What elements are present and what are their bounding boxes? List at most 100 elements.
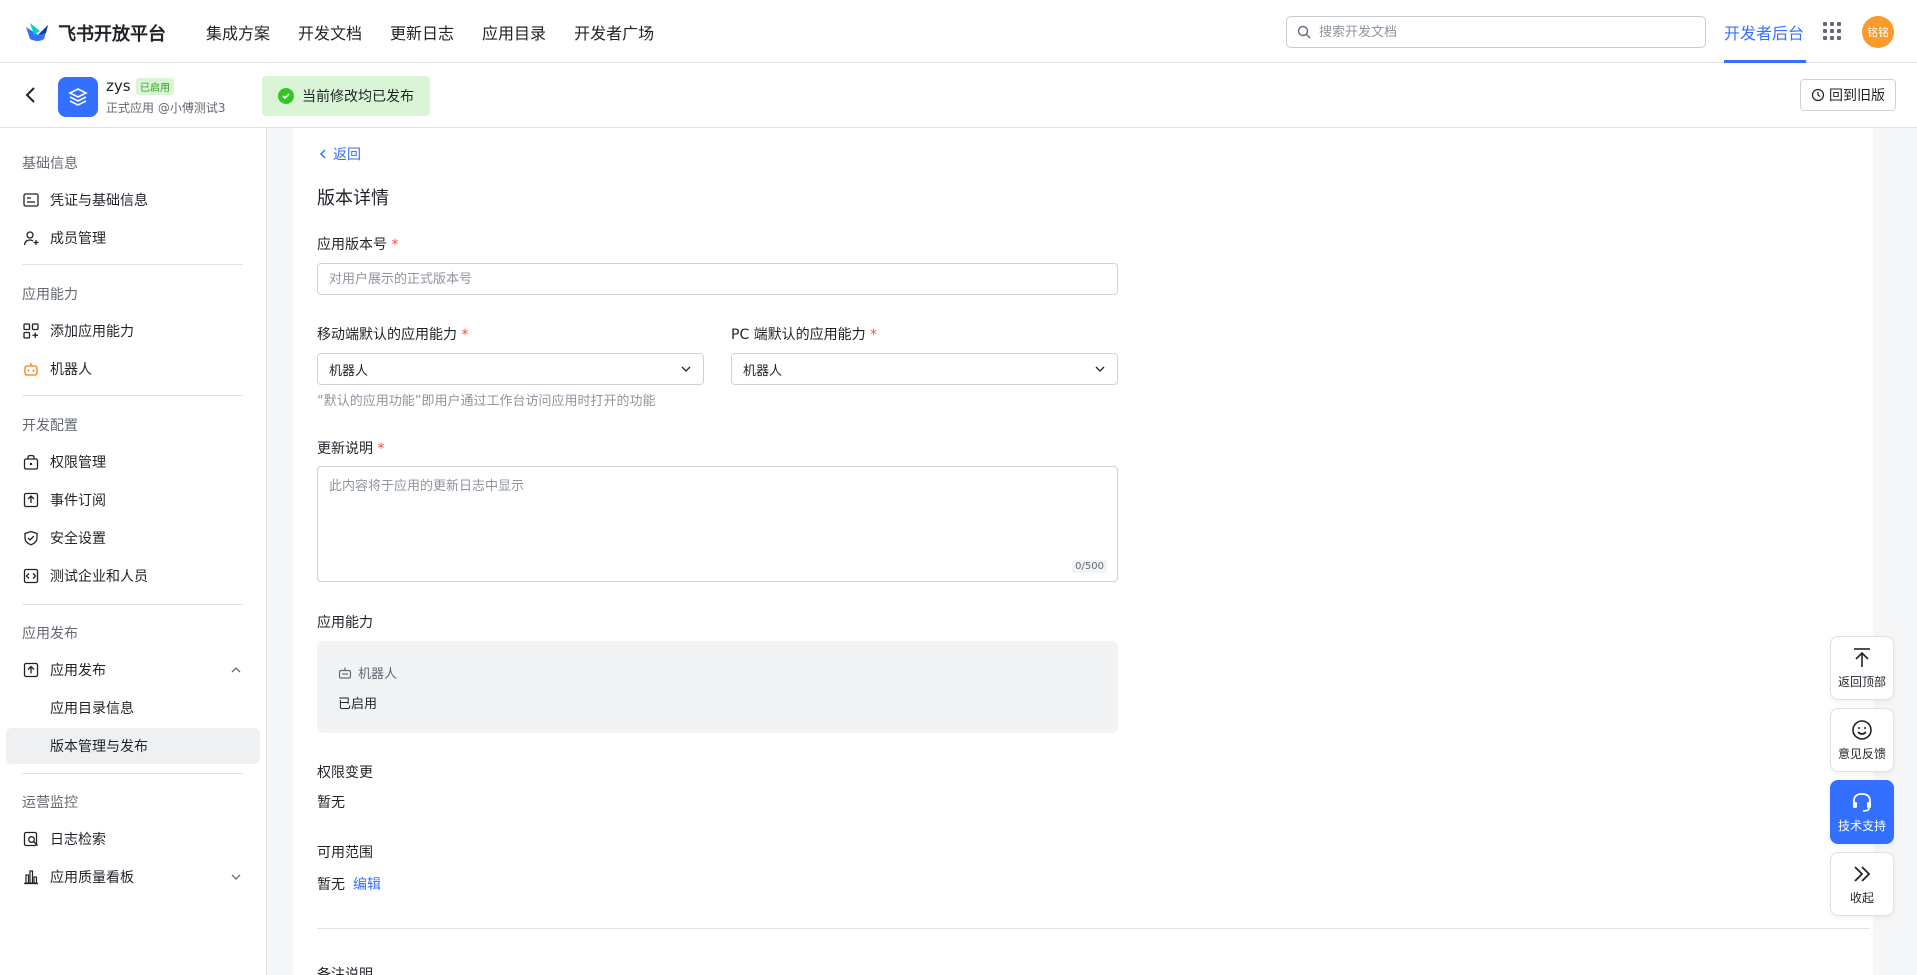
version-number-input[interactable] xyxy=(317,263,1118,295)
sidebar-divider xyxy=(22,264,243,265)
ability-name: 机器人 xyxy=(338,663,397,682)
back-to-top-button[interactable]: 返回顶部 xyxy=(1830,636,1894,700)
default-ability-hint: “默认的应用功能”即用户通过工作台访问应用时打开的功能 xyxy=(317,394,656,409)
chevron-down-icon xyxy=(1095,366,1105,372)
smile-icon xyxy=(1852,719,1872,740)
headset-icon xyxy=(1853,792,1871,812)
nav-changelog[interactable]: 更新日志 xyxy=(390,20,454,44)
remark-label: 备注说明 xyxy=(317,967,373,975)
app-name: zys xyxy=(106,77,131,95)
feishu-logo-icon xyxy=(26,23,48,41)
sidebar-item-bot[interactable]: 机器人 xyxy=(22,359,92,379)
search-input[interactable] xyxy=(1319,24,1705,40)
page-title: 版本详情 xyxy=(317,188,389,209)
ability-card: 机器人 已启用 xyxy=(317,641,1118,733)
section-divider xyxy=(317,928,1869,929)
robot-icon xyxy=(338,667,352,679)
update-notes-field: 0/500 xyxy=(317,466,1118,582)
char-counter: 0/500 xyxy=(1072,560,1107,573)
scope-row: 暂无 编辑 xyxy=(317,874,381,894)
ability-status: 已启用 xyxy=(338,697,378,712)
user-add-icon xyxy=(22,229,40,247)
permission-change-label: 权限变更 xyxy=(317,765,373,781)
sidebar-group-dev: 开发配置 xyxy=(22,418,78,434)
publish-status-toast: 当前修改均已发布 xyxy=(262,76,430,116)
sidebar-item-publish[interactable]: 应用发布 xyxy=(22,660,106,680)
shield-check-icon xyxy=(22,529,40,547)
sidebar-item-permission[interactable]: 权限管理 xyxy=(22,452,106,472)
sidebar-item-credentials[interactable]: 凭证与基础信息 xyxy=(22,190,148,210)
sidebar-group-publish: 应用发布 xyxy=(22,626,78,642)
sidebar-subitem-version[interactable]: 版本管理与发布 xyxy=(50,736,148,756)
scope-value: 暂无 xyxy=(317,877,345,893)
app-icon xyxy=(58,77,98,117)
sidebar-item-label: 成员管理 xyxy=(50,231,106,247)
sidebar-item-label: 安全设置 xyxy=(50,531,106,547)
back-link-label: 返回 xyxy=(333,147,361,163)
app-subtitle: 正式应用 @小傅测试3 xyxy=(106,101,226,115)
sidebar-subitem-directory[interactable]: 应用目录信息 xyxy=(50,698,134,718)
version-detail-panel: 返回 版本详情 应用版本号 * 移动端默认的应用能力 * 机器人 PC 端默认的… xyxy=(293,128,1873,975)
search-icon xyxy=(1297,25,1311,39)
dev-console-link[interactable]: 开发者后台 xyxy=(1724,20,1804,44)
scope-label: 可用范围 xyxy=(317,845,373,861)
event-upload-icon xyxy=(22,491,40,509)
chevron-left-icon xyxy=(319,149,326,159)
lock-bag-icon xyxy=(22,453,40,471)
sidebar-item-label: 应用发布 xyxy=(50,663,106,679)
old-version-label: 回到旧版 xyxy=(1829,88,1885,104)
sidebar-item-quality[interactable]: 应用质量看板 xyxy=(22,867,134,887)
sidebar-divider xyxy=(22,604,243,605)
sidebar-item-test[interactable]: 测试企业和人员 xyxy=(22,566,148,586)
sidebar-item-label: 日志检索 xyxy=(50,832,106,848)
sidebar-group-ability: 应用能力 xyxy=(22,287,78,303)
update-notes-textarea[interactable] xyxy=(318,467,1117,581)
sidebar-item-event[interactable]: 事件订阅 xyxy=(22,490,106,510)
scope-edit-link[interactable]: 编辑 xyxy=(353,877,381,893)
collapse-button[interactable]: 收起 xyxy=(1830,852,1894,916)
sidebar: 基础信息 凭证与基础信息 成员管理 应用能力 添加应用能力 机器人 开发配置 权… xyxy=(0,128,267,975)
sidebar-item-logs[interactable]: 日志检索 xyxy=(22,829,106,849)
publish-upload-icon xyxy=(22,661,40,679)
chevron-up-icon[interactable] xyxy=(230,664,242,676)
app-header: zys 已启用 正式应用 @小傅测试3 当前修改均已发布 回到旧版 xyxy=(0,63,1917,128)
tech-support-label: 技术支持 xyxy=(1837,818,1886,833)
tech-support-button[interactable]: 技术支持 xyxy=(1830,780,1894,844)
back-link[interactable]: 返回 xyxy=(317,144,361,164)
pc-default-value: 机器人 xyxy=(743,363,783,379)
sidebar-item-security[interactable]: 安全设置 xyxy=(22,528,106,548)
user-avatar[interactable]: 铭铭 xyxy=(1862,16,1894,48)
sidebar-item-add-ability[interactable]: 添加应用能力 xyxy=(22,321,134,341)
mobile-default-select[interactable]: 机器人 xyxy=(317,353,704,385)
sidebar-item-label: 机器人 xyxy=(50,362,92,378)
pc-default-select[interactable]: 机器人 xyxy=(731,353,1118,385)
feedback-button[interactable]: 意见反馈 xyxy=(1830,708,1894,772)
sidebar-item-members[interactable]: 成员管理 xyxy=(22,228,106,248)
layers-icon xyxy=(68,88,88,106)
sidebar-item-label: 测试企业和人员 xyxy=(50,569,148,585)
back-to-top-label: 返回顶部 xyxy=(1837,674,1886,689)
sidebar-item-label: 权限管理 xyxy=(50,455,106,471)
nav-dev-square[interactable]: 开发者广场 xyxy=(574,20,654,44)
apps-add-icon xyxy=(22,322,40,340)
back-arrow-icon[interactable] xyxy=(22,85,40,105)
nav-docs[interactable]: 开发文档 xyxy=(298,20,362,44)
chevron-down-icon[interactable] xyxy=(230,871,242,883)
collapse-label: 收起 xyxy=(1849,890,1874,905)
credential-card-icon xyxy=(22,191,40,209)
back-to-old-version-button[interactable]: 回到旧版 xyxy=(1800,79,1896,111)
app-grid-icon[interactable] xyxy=(1823,22,1841,40)
log-search-icon xyxy=(22,830,40,848)
feedback-label: 意见反馈 xyxy=(1837,746,1886,761)
sidebar-item-label: 凭证与基础信息 xyxy=(50,193,148,209)
toast-text: 当前修改均已发布 xyxy=(302,89,414,105)
nav-solutions[interactable]: 集成方案 xyxy=(206,20,270,44)
sidebar-divider xyxy=(22,773,243,774)
version-number-label: 应用版本号 * xyxy=(317,237,399,253)
robot-icon xyxy=(22,360,40,378)
check-circle-icon xyxy=(278,88,294,104)
nav-app-directory[interactable]: 应用目录 xyxy=(482,20,546,44)
sidebar-item-label: 添加应用能力 xyxy=(50,324,134,340)
sidebar-divider xyxy=(22,395,243,396)
brand-logo[interactable]: 飞书开放平台 xyxy=(24,20,166,46)
